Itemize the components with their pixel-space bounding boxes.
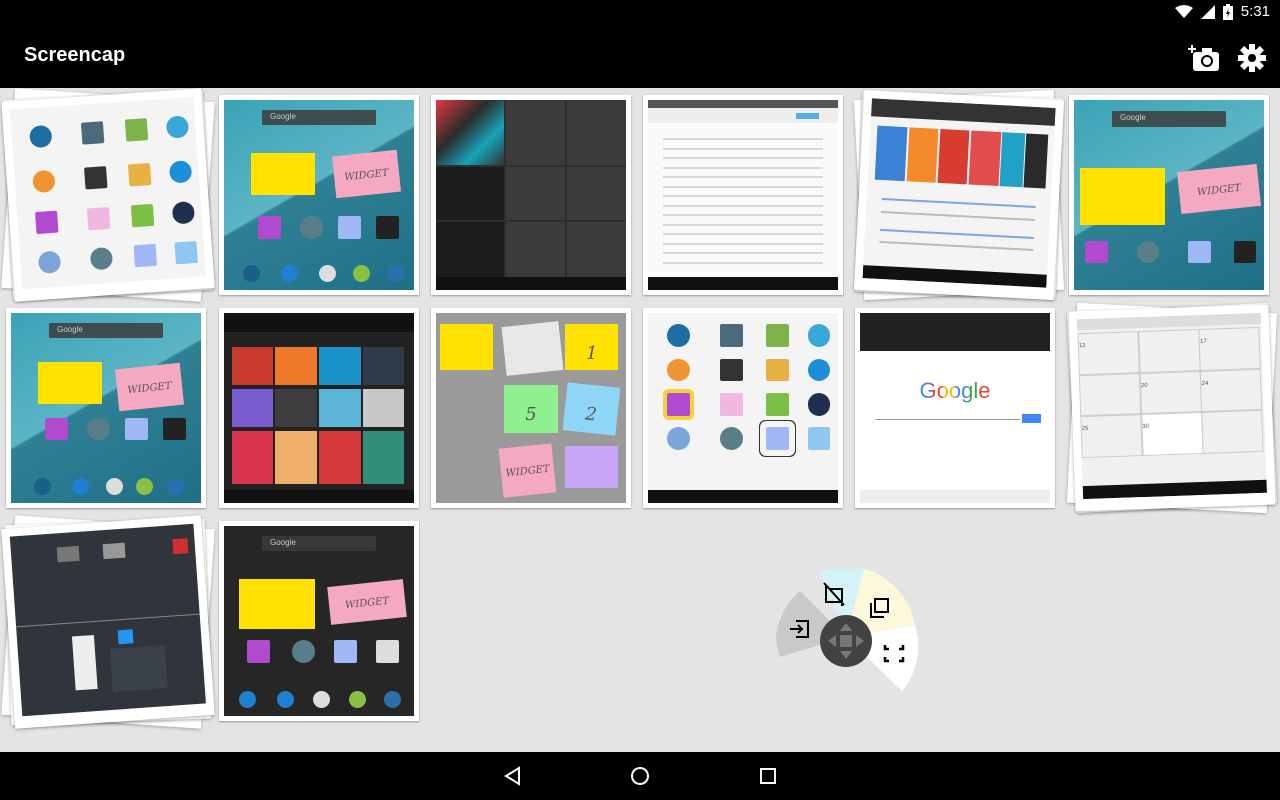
- note-1: 1: [586, 342, 598, 364]
- thumbnail-image: [853, 89, 1065, 301]
- screenshot-thumbnail[interactable]: Google WIDGET: [219, 521, 419, 721]
- screenshot-thumbnail[interactable]: [1, 515, 215, 729]
- screenshot-thumbnail[interactable]: [643, 95, 843, 295]
- battery-icon: [1222, 3, 1233, 20]
- recents-button[interactable]: [752, 760, 784, 792]
- gear-icon: [1238, 44, 1266, 72]
- status-icons: 5:31: [1174, 3, 1270, 20]
- status-time: 5:31: [1240, 3, 1270, 20]
- screenshot-thumbnail[interactable]: 12 17 20 24 25 30: [1066, 302, 1278, 514]
- search-hint: Google: [270, 537, 296, 547]
- note-5: 5: [525, 404, 537, 426]
- screenshot-thumbnail[interactable]: [431, 95, 631, 295]
- google-logo: Google: [919, 377, 991, 403]
- wifi-icon: [1174, 4, 1193, 18]
- recents-icon: [760, 768, 776, 784]
- signal-icon: [1200, 4, 1215, 19]
- home-button[interactable]: [624, 760, 656, 792]
- note-2: 2: [584, 403, 598, 426]
- widget-label: WIDGET: [1195, 182, 1242, 199]
- navigation-bar: [0, 752, 1280, 800]
- app-bar: Screencap: [0, 24, 1280, 88]
- camera-plus-icon: [1188, 45, 1219, 71]
- app-title: Screencap: [24, 44, 126, 66]
- widget-label: WIDGET: [504, 463, 550, 480]
- screenshot-thumbnail[interactable]: Google WIDGET: [219, 95, 419, 295]
- settings-button[interactable]: [1234, 40, 1270, 76]
- screenshot-thumbnail[interactable]: [219, 308, 419, 508]
- screenshot-thumbnail[interactable]: 1 5 2 WIDGET: [431, 308, 631, 508]
- back-icon: [504, 766, 520, 786]
- screenshot-thumbnail[interactable]: Google: [855, 308, 1055, 508]
- home-icon: [631, 767, 649, 785]
- screenshot-grid: Google WIDGET Google WIDGET Google WIDGE…: [0, 88, 1280, 750]
- search-hint: Google: [1120, 113, 1146, 123]
- thumbnail-image: [1, 88, 215, 302]
- widget-label: WIDGET: [344, 167, 390, 184]
- status-bar: 5:31: [0, 0, 1280, 24]
- screenshot-thumbnail[interactable]: [643, 308, 843, 508]
- search-hint: Google: [270, 111, 296, 121]
- thumbnail-image: 12 17 20 24 25 30: [1068, 304, 1276, 512]
- widget-label: WIDGET: [127, 380, 173, 397]
- screenshot-thumbnail[interactable]: [853, 89, 1065, 301]
- screenshot-thumbnail[interactable]: [1, 88, 215, 302]
- add-screenshot-button[interactable]: [1186, 40, 1222, 76]
- back-button[interactable]: [497, 760, 529, 792]
- thumbnail-image: [1, 515, 215, 729]
- radial-action-menu: [776, 569, 919, 691]
- screenshot-thumbnail[interactable]: Google WIDGET: [1069, 95, 1269, 295]
- screenshot-thumbnail[interactable]: Google WIDGET: [6, 308, 206, 508]
- search-hint: Google: [57, 324, 83, 334]
- widget-label: WIDGET: [344, 595, 390, 612]
- app-bar-actions: [1186, 40, 1270, 76]
- search-bar-preview: Google: [262, 109, 376, 125]
